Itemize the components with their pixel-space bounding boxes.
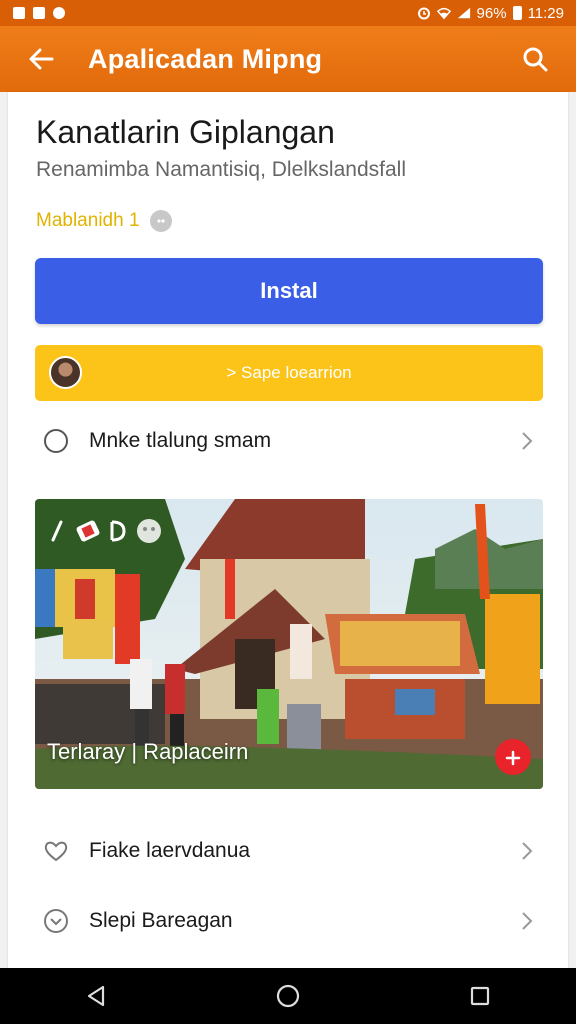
home-circle-icon xyxy=(276,984,300,1008)
secondary-action-button[interactable]: > Sape loearrion xyxy=(35,345,543,401)
nav-recents-button[interactable] xyxy=(450,968,510,1024)
status-bar: 96% 11:29 xyxy=(0,0,576,26)
hero-action-button[interactable] xyxy=(495,739,531,775)
chevron-right-icon xyxy=(517,431,537,451)
back-button[interactable] xyxy=(18,36,64,82)
chevron-right-icon xyxy=(517,841,537,861)
status-indicators: 96% 11:29 xyxy=(417,5,564,22)
rating-label: Mablanidh 1 xyxy=(36,210,140,231)
search-icon xyxy=(523,47,548,72)
clock: 11:29 xyxy=(527,4,564,22)
app-bar: Apalicadan Mipng xyxy=(0,26,576,92)
app-subtitle: Renamimba Namantisiq, Dlelkslandsfall xyxy=(36,158,406,181)
nav-back-button[interactable] xyxy=(66,968,126,1024)
battery-percent: 96% xyxy=(476,4,507,22)
back-triangle-icon xyxy=(87,985,105,1007)
heart-icon xyxy=(43,838,69,864)
info-icon[interactable] xyxy=(149,210,172,232)
recents-square-icon xyxy=(470,986,490,1006)
secondary-action-label: > Sape loearrion xyxy=(226,363,352,382)
hero-image[interactable]: Terlaray | Raplaceirn xyxy=(35,499,543,789)
list-item-label: Mnke tlalung smam xyxy=(89,429,272,452)
nav-home-button[interactable] xyxy=(258,968,318,1024)
wifi-icon xyxy=(436,6,451,20)
notification-icon xyxy=(12,6,26,20)
list-item-option-3[interactable]: Slepi Bareagan xyxy=(35,896,543,946)
play-icon xyxy=(505,750,521,766)
rating-row: Mablanidh 1 xyxy=(36,210,172,232)
list-item-option-1[interactable]: Mnke tlalung smam xyxy=(35,416,543,466)
list-item-option-2[interactable]: Fiake laervdanua xyxy=(35,826,543,876)
share-icon[interactable] xyxy=(49,520,67,542)
battery-icon xyxy=(512,6,522,20)
radio-circle-icon xyxy=(43,428,69,454)
install-button[interactable]: Instal xyxy=(35,258,543,324)
list-item-label: Slepi Bareagan xyxy=(89,909,233,932)
search-button[interactable] xyxy=(512,36,558,82)
app-title: Kanatlarin Giplangan xyxy=(36,114,335,150)
notification-icon xyxy=(32,6,46,20)
hero-caption: Terlaray | Raplaceirn xyxy=(47,739,249,764)
status-notifications xyxy=(12,6,66,20)
alarm-icon xyxy=(417,6,431,20)
signal-icon xyxy=(457,6,471,20)
app-detail-card: Kanatlarin Giplangan Renamimba Namantisi… xyxy=(8,92,568,968)
emoji-icon[interactable] xyxy=(135,517,163,545)
heart-check-icon xyxy=(43,908,69,934)
bookmark-icon[interactable] xyxy=(109,520,127,542)
system-nav-bar xyxy=(0,968,576,1024)
list-item-label: Fiake laervdanua xyxy=(89,839,251,862)
notification-icon xyxy=(52,6,66,20)
hero-overlay-icons xyxy=(49,517,163,545)
app-bar-title: Apalicadan Mipng xyxy=(88,43,323,74)
tag-icon[interactable] xyxy=(75,518,101,544)
chevron-right-icon xyxy=(517,911,537,931)
avatar xyxy=(49,356,82,389)
back-arrow-icon xyxy=(29,48,54,70)
